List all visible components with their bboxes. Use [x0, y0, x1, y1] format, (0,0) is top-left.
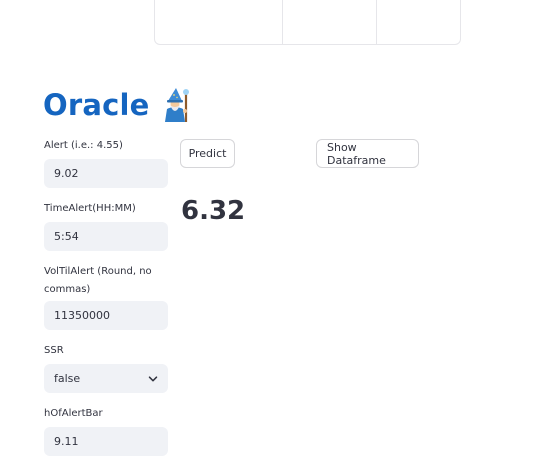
alert-label: Alert (i.e.: 4.55): [44, 140, 123, 151]
h-of-alert-bar-input[interactable]: 9.11: [44, 427, 168, 456]
vol-til-alert-input-value: 11350000: [54, 309, 110, 322]
alert-input[interactable]: 9.02: [44, 159, 168, 188]
time-alert-input[interactable]: 5:54: [44, 222, 168, 251]
page-title-text: Oracle: [43, 88, 150, 122]
table-column-divider: [282, 0, 283, 44]
table-column-divider: [376, 0, 377, 44]
time-alert-label: TimeAlert(HH:MM): [44, 203, 136, 214]
page-title: Oracle: [43, 82, 192, 128]
alert-input-value: 9.02: [54, 167, 79, 180]
wizard-icon: [160, 87, 192, 123]
show-dataframe-button[interactable]: Show Dataframe: [316, 139, 419, 168]
h-of-alert-bar-label: hOfAlertBar: [44, 408, 103, 419]
ssr-select[interactable]: false: [44, 364, 168, 393]
ssr-label: SSR: [44, 345, 64, 356]
vol-til-alert-input[interactable]: 11350000: [44, 301, 168, 330]
app-page: Oracle Alert (i.e.: 4.55) 9.02 TimeAlert…: [0, 0, 557, 472]
predict-button[interactable]: Predict: [180, 139, 235, 168]
prediction-value: 6.32: [181, 196, 246, 226]
ssr-select-value: false: [54, 372, 81, 385]
vol-til-alert-label: VolTilAlert (Round, no commas): [44, 266, 152, 295]
h-of-alert-bar-input-value: 9.11: [54, 435, 79, 448]
chevron-down-icon: [148, 374, 158, 384]
time-alert-input-value: 5:54: [54, 230, 79, 243]
dataframe-table: [154, 0, 461, 45]
